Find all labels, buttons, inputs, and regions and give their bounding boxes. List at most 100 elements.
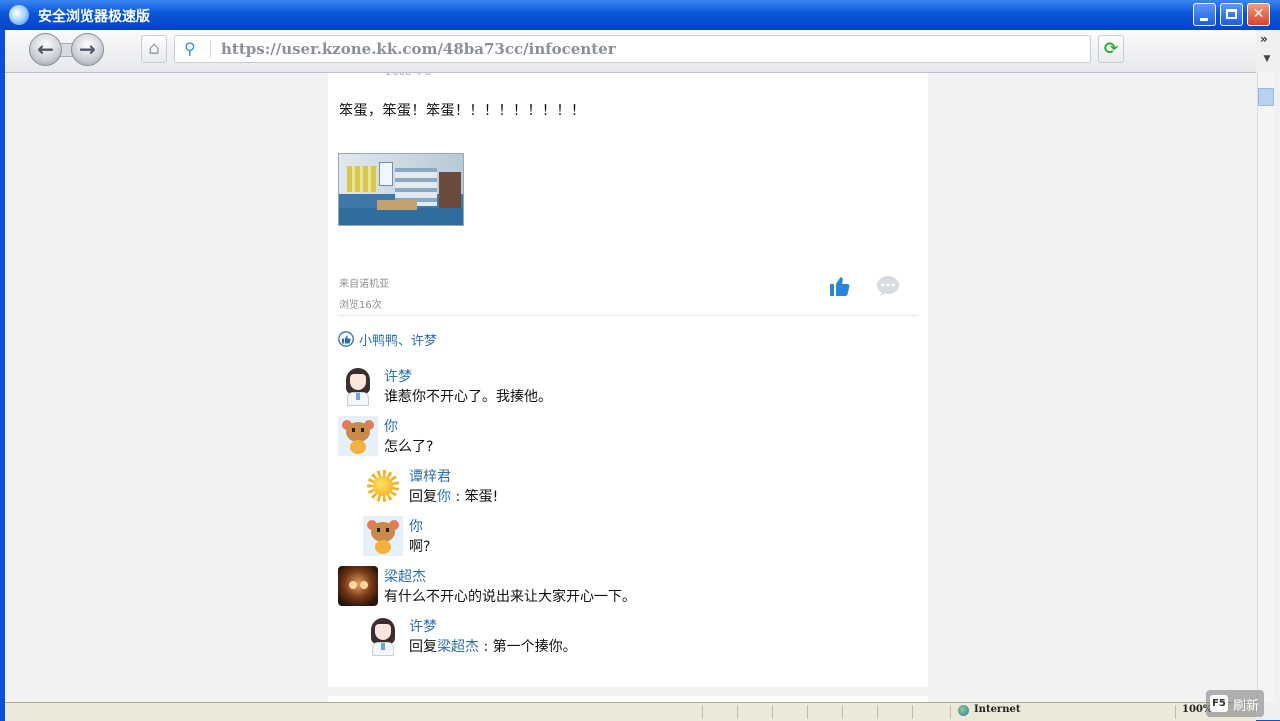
search-icon[interactable]: ⚲ — [184, 39, 196, 58]
reply-prefix: 回复 — [409, 489, 437, 505]
commenter-avatar[interactable] — [338, 566, 378, 606]
avatar-head — [371, 522, 395, 542]
post-view-count: 浏览16次 — [339, 300, 382, 311]
avatar-eye — [360, 581, 368, 589]
f5-key-icon: F5 — [1210, 695, 1228, 712]
reply-item: 谭梓君 回复你 : 笨蛋! — [363, 466, 898, 510]
scroll-up-arrow-icon[interactable]: ▼ — [1258, 54, 1276, 70]
security-zone: Internet — [974, 704, 1021, 715]
refresh-hint-button[interactable]: F5 刷新 — [1206, 690, 1264, 717]
arrow-right-icon: → — [79, 37, 96, 61]
image-cabinet — [439, 172, 461, 208]
avatar-tie — [381, 643, 385, 650]
minimize-icon — [1194, 4, 1215, 25]
avatar-tie — [356, 393, 360, 400]
close-button[interactable]: ✕ — [1247, 3, 1270, 26]
avatar-belly — [350, 440, 366, 454]
page-viewport: ✦ 2008-4-8 笨蛋，笨蛋！笨蛋！！！！！！！！！ 来自诺机亚 浏览16次 — [5, 73, 1256, 702]
refresh-button[interactable]: ⟳ — [1098, 35, 1124, 63]
home-button[interactable]: ⌂ — [141, 35, 167, 63]
commenter-avatar[interactable] — [363, 616, 403, 656]
post-card: ✦ 2008-4-8 笨蛋，笨蛋！笨蛋！！！！！！！！！ 来自诺机亚 浏览16次 — [328, 73, 928, 687]
comment-body: 怎么了? — [384, 439, 434, 455]
commenter-avatar[interactable] — [338, 366, 378, 406]
chevron-more-icon[interactable]: » — [1260, 32, 1268, 46]
maximize-button[interactable] — [1220, 3, 1243, 26]
browser-toolbar: ← → ⌂ ⚲ ⟳ — [5, 30, 1256, 73]
address-bar: ⚲ — [174, 35, 1091, 63]
comment-author[interactable]: 许梦 — [409, 616, 437, 636]
status-separator — [807, 705, 808, 719]
comment-item: 许梦 谁惹你不开心了。我揍他。 — [338, 366, 898, 410]
comment-author[interactable]: 谭梓君 — [409, 466, 451, 486]
avatar-face — [375, 624, 391, 640]
comment-bubble-icon[interactable] — [876, 275, 900, 297]
status-separator — [737, 705, 738, 719]
avatar-head — [346, 422, 370, 442]
comment-item: 你 怎么了? — [338, 416, 898, 460]
status-separator — [877, 705, 878, 719]
back-button[interactable]: ← — [29, 33, 62, 66]
refresh-icon: ⟳ — [1103, 39, 1119, 59]
avatar-eyes — [352, 428, 364, 432]
comment-author[interactable]: 你 — [409, 516, 423, 536]
globe-icon — [958, 705, 969, 716]
status-separator — [702, 705, 703, 719]
maximize-icon — [1221, 4, 1242, 25]
reply-item: 你 啊? — [363, 516, 898, 560]
reply-to-user[interactable]: 梁超杰 — [437, 639, 479, 655]
avatar-belly — [375, 540, 391, 554]
commenter-avatar[interactable] — [338, 416, 378, 456]
thumbs-up-icon[interactable] — [828, 274, 852, 298]
commenter-avatar[interactable] — [363, 466, 403, 506]
reply-item: 许梦 回复梁超杰 : 第一个揍你。 — [363, 616, 898, 660]
address-separator — [210, 40, 211, 58]
image-desk — [377, 200, 417, 210]
reply-text: : 笨蛋! — [451, 489, 499, 505]
liker-names[interactable]: 小鸭鸭、许梦 — [359, 330, 437, 349]
comment-author[interactable]: 梁超杰 — [384, 566, 426, 586]
status-separator — [1175, 705, 1176, 719]
status-bar: Internet 100% — [5, 702, 1256, 721]
comment-body: 啊? — [409, 539, 431, 555]
status-separator — [950, 705, 951, 719]
post-timestamp: 2008-4-8 — [386, 73, 431, 78]
comment-body: 有什么不开心的说出来让大家开心一下。 — [384, 589, 636, 605]
commenter-avatar[interactable] — [363, 516, 403, 556]
vertical-scrollbar[interactable] — [1257, 72, 1275, 702]
avatar-face — [350, 374, 366, 390]
reply-text: : 第一个揍你。 — [479, 639, 577, 655]
status-separator — [772, 705, 773, 719]
address-input[interactable] — [221, 38, 1081, 60]
minimize-button[interactable] — [1193, 3, 1216, 26]
image-window — [379, 162, 393, 186]
reply-prefix: 回复 — [409, 639, 437, 655]
avatar-eye — [349, 581, 357, 589]
image-boxes — [347, 166, 377, 192]
avatar-sun-core — [373, 476, 393, 496]
forward-button[interactable]: → — [71, 33, 104, 66]
post-text: 笨蛋，笨蛋！笨蛋！！！！！！！！！ — [339, 103, 586, 119]
status-separator — [842, 705, 843, 719]
thumbs-up-outline-icon — [338, 331, 354, 347]
post-source: 来自诺机亚 — [339, 279, 389, 290]
window-title: 安全浏览器极速版 — [38, 9, 150, 25]
home-icon: ⌂ — [148, 38, 160, 59]
close-icon: ✕ — [1252, 6, 1265, 22]
scrollbar-thumb[interactable] — [1258, 88, 1274, 106]
section-divider — [338, 315, 918, 316]
post-image-thumbnail[interactable] — [338, 153, 464, 226]
comment-author[interactable]: 你 — [384, 416, 398, 436]
comment-body: 回复你 : 笨蛋! — [409, 486, 498, 506]
status-separator — [912, 705, 913, 719]
comment-item: 梁超杰 有什么不开心的说出来让大家开心一下。 — [338, 566, 898, 610]
comment-body: 谁惹你不开心了。我揍他。 — [384, 389, 552, 405]
comment-author[interactable]: 许梦 — [384, 366, 412, 386]
reply-to-user[interactable]: 你 — [437, 489, 451, 505]
arrow-left-icon: ← — [37, 37, 54, 61]
poster-avatar-peek: ✦ — [342, 73, 366, 77]
title-bar: 安全浏览器极速版 ✕ — [0, 0, 1280, 30]
avatar-eyes — [377, 528, 389, 532]
refresh-hint-label: 刷新 — [1233, 699, 1260, 714]
comment-body: 回复梁超杰 : 第一个揍你。 — [409, 636, 577, 656]
